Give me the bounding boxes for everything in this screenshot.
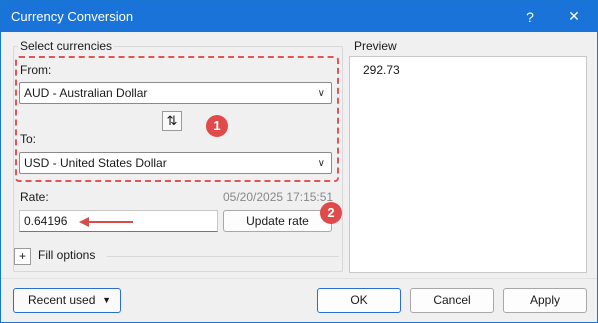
step-badge-1: 1 bbox=[206, 115, 228, 137]
help-icon: ? bbox=[526, 8, 534, 25]
preview-caption: Preview bbox=[354, 39, 397, 53]
caret-down-icon: ▼ bbox=[102, 295, 111, 305]
close-icon: ✕ bbox=[568, 8, 580, 24]
rate-value: 0.64196 bbox=[24, 214, 68, 228]
swap-currencies-button[interactable]: ⇅ bbox=[162, 111, 182, 131]
close-button[interactable]: ✕ bbox=[552, 1, 596, 32]
ok-button[interactable]: OK bbox=[317, 288, 401, 313]
recent-used-dropdown[interactable]: Recent used ▼ bbox=[13, 288, 121, 313]
from-currency-value: AUD - Australian Dollar bbox=[24, 86, 148, 100]
help-button[interactable]: ? bbox=[508, 1, 552, 32]
rate-label: Rate: bbox=[20, 190, 49, 204]
fill-options-divider bbox=[107, 256, 339, 257]
rate-timestamp: 05/20/2025 17:15:51 bbox=[223, 190, 334, 204]
preview-panel[interactable]: 292.73 bbox=[349, 56, 587, 273]
chevron-down-icon: ∨ bbox=[317, 158, 325, 169]
from-label: From: bbox=[20, 63, 52, 77]
apply-button[interactable]: Apply bbox=[503, 288, 587, 313]
select-currencies-caption: Select currencies bbox=[18, 39, 115, 53]
from-currency-select[interactable]: AUD - Australian Dollar ∨ bbox=[19, 82, 332, 104]
fill-options-expand-button[interactable]: + bbox=[14, 248, 31, 265]
to-currency-value: USD - United States Dollar bbox=[24, 156, 167, 170]
to-label: To: bbox=[20, 132, 37, 146]
footer-divider bbox=[1, 278, 597, 279]
window-title: Currency Conversion bbox=[11, 9, 134, 24]
fill-options-label: Fill options bbox=[38, 248, 96, 262]
annotation-arrow-icon bbox=[79, 217, 133, 227]
recent-used-label: Recent used bbox=[28, 293, 96, 307]
update-rate-button[interactable]: Update rate bbox=[223, 210, 332, 232]
swap-arrows-icon: ⇅ bbox=[166, 113, 178, 128]
step-badge-2: 2 bbox=[320, 202, 342, 224]
fill-options-row: + Fill options bbox=[13, 247, 341, 267]
chevron-down-icon: ∨ bbox=[317, 88, 325, 99]
to-currency-select[interactable]: USD - United States Dollar ∨ bbox=[19, 152, 332, 174]
currency-conversion-dialog: Currency Conversion ? ✕ Select currencie… bbox=[0, 0, 598, 323]
title-bar: Currency Conversion ? ✕ bbox=[1, 1, 597, 32]
cancel-button[interactable]: Cancel bbox=[410, 288, 494, 313]
preview-value: 292.73 bbox=[363, 63, 400, 77]
